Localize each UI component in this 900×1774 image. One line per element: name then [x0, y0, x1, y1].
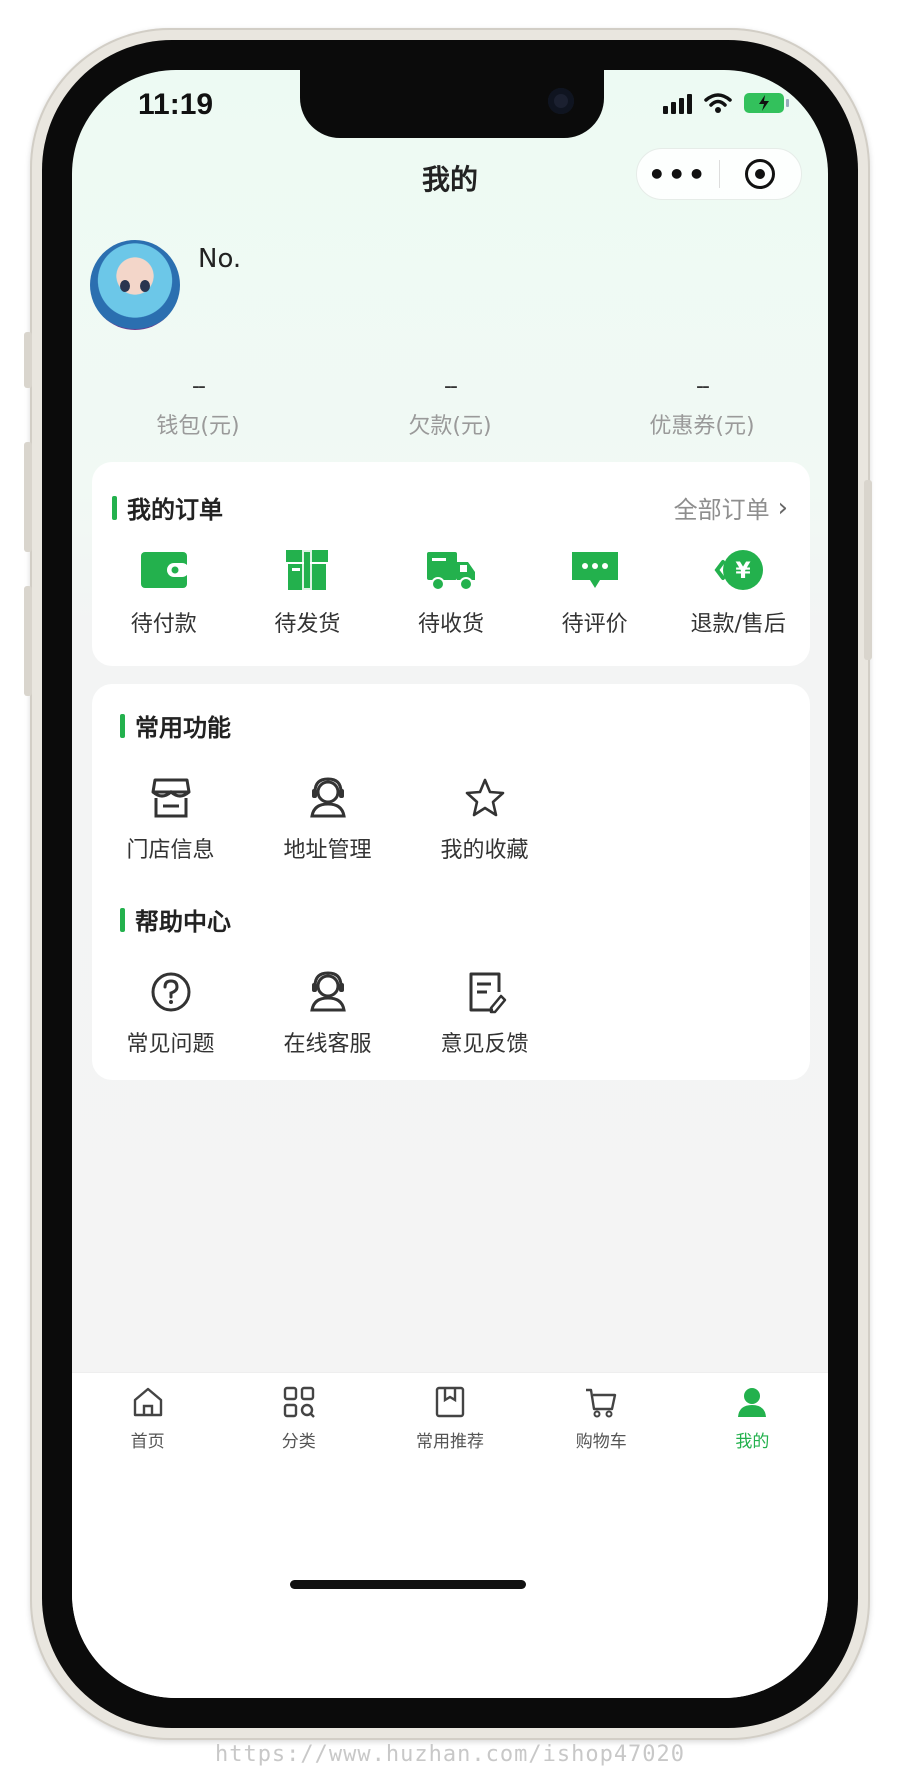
section-accent-bar — [120, 713, 125, 738]
function-label: 地址管理 — [283, 838, 372, 863]
comment-icon — [571, 552, 618, 588]
cellular-signal-icon — [663, 92, 692, 114]
orders-title-text: 我的订单 — [127, 496, 223, 524]
order-refund-aftersale[interactable]: ¥ 退款/售后 — [666, 548, 810, 638]
online-service-item[interactable]: 在线客服 — [249, 970, 406, 1058]
volume-down-button — [24, 586, 32, 696]
order-pending-shipment[interactable]: 待发货 — [236, 548, 380, 638]
order-pending-receipt[interactable]: 待收货 — [379, 548, 523, 638]
feedback-item[interactable]: 意见反馈 — [406, 970, 563, 1058]
avatar[interactable] — [90, 240, 180, 330]
tab-label: 常用推荐 — [416, 1432, 484, 1452]
user-name[interactable]: No. — [198, 244, 241, 274]
tab-mine[interactable]: 我的 — [677, 1373, 828, 1492]
safe-area-bottom — [72, 1492, 828, 1698]
order-pending-payment[interactable]: 待付款 — [92, 548, 236, 638]
refund-icon: ¥ — [714, 550, 764, 590]
stat-label: 欠款(元) — [408, 414, 492, 439]
tab-label: 分类 — [281, 1432, 316, 1452]
bottom-tab-bar: 首页 分类 常用推荐 购物车 我的 — [72, 1372, 828, 1492]
watermark-text: https://www.huzhan.com/ishop47020 — [214, 1742, 686, 1767]
stat-coupons[interactable]: -- 优惠券(元) — [576, 370, 828, 440]
stat-value: -- — [444, 374, 458, 399]
cart-icon — [586, 1388, 617, 1418]
common-functions-title-text: 常用功能 — [135, 714, 231, 742]
common-functions-row: 门店信息 地址管理 我的收藏 — [92, 776, 563, 864]
target-icon — [745, 159, 776, 189]
store-info-item[interactable]: 门店信息 — [92, 776, 249, 864]
wifi-icon — [704, 93, 732, 113]
notch — [300, 70, 604, 138]
account-stats: -- 钱包(元) -- 欠款(元) -- 优惠券(元) — [72, 370, 828, 440]
section-accent-bar — [120, 907, 125, 932]
functions-card: 常用功能 门店信息 地址管理 我的收藏 帮助中心 常见问题 在线客服 意见反馈 — [92, 684, 810, 1080]
mute-switch — [24, 332, 32, 388]
status-icons — [663, 92, 789, 114]
app-screen: 11:19 我的 ••• No. -- 钱包(元) -- 欠款(元) -- 优惠… — [72, 70, 828, 1698]
package-icon — [286, 550, 329, 590]
function-label: 在线客服 — [283, 1032, 372, 1057]
wallet-icon — [140, 552, 189, 588]
tab-label: 购物车 — [575, 1432, 627, 1452]
stat-value: -- — [696, 374, 710, 399]
order-label: 退款/售后 — [690, 612, 786, 637]
tab-label: 我的 — [735, 1432, 770, 1452]
tab-category[interactable]: 分类 — [223, 1373, 374, 1492]
truck-icon — [426, 552, 475, 591]
stat-label: 优惠券(元) — [649, 414, 755, 439]
volume-up-button — [24, 442, 32, 552]
stat-label: 钱包(元) — [156, 414, 240, 439]
address-icon — [309, 777, 346, 818]
question-icon — [151, 972, 190, 1012]
order-pending-review[interactable]: 待评价 — [523, 548, 667, 638]
user-icon — [738, 1388, 767, 1417]
orders-section-title: 我的订单 — [112, 490, 223, 525]
svg-text:¥: ¥ — [736, 559, 752, 584]
stat-value: -- — [192, 374, 206, 399]
address-management-item[interactable]: 地址管理 — [249, 776, 406, 864]
all-orders-label: 全部订单 — [673, 496, 770, 524]
all-orders-link[interactable]: 全部订单 › — [674, 490, 788, 525]
tab-label: 首页 — [130, 1432, 165, 1452]
power-button — [864, 480, 872, 660]
front-camera — [548, 88, 574, 114]
chevron-right-icon: › — [777, 492, 788, 523]
battery-charging-icon — [744, 93, 789, 113]
order-status-row: 待付款 待发货 待收货 待评价 ¥ 退款/售后 — [92, 548, 810, 638]
tab-recommend[interactable]: 常用推荐 — [374, 1373, 525, 1492]
order-label: 待收货 — [417, 612, 484, 637]
help-center-title-text: 帮助中心 — [135, 908, 231, 936]
feedback-icon — [469, 972, 506, 1014]
stat-debt[interactable]: -- 欠款(元) — [324, 370, 576, 440]
status-time: 11:19 — [138, 88, 214, 121]
store-icon — [151, 778, 190, 818]
my-favorites-item[interactable]: 我的收藏 — [406, 776, 563, 864]
headset-icon — [309, 971, 346, 1012]
function-label: 门店信息 — [126, 838, 215, 863]
home-indicator[interactable] — [290, 1580, 526, 1589]
function-label: 我的收藏 — [440, 838, 529, 863]
close-miniprogram-button[interactable] — [720, 159, 802, 189]
more-menu-button[interactable]: ••• — [637, 158, 719, 191]
order-label: 待评价 — [561, 612, 628, 637]
help-center-row: 常见问题 在线客服 意见反馈 — [92, 970, 563, 1058]
home-icon — [133, 1387, 162, 1417]
tab-cart[interactable]: 购物车 — [526, 1373, 677, 1492]
function-label: 意见反馈 — [440, 1032, 529, 1057]
function-label: 常见问题 — [126, 1032, 215, 1057]
common-functions-title: 常用功能 — [120, 708, 231, 743]
category-icon — [283, 1386, 315, 1418]
help-center-title: 帮助中心 — [120, 902, 231, 937]
stat-wallet[interactable]: -- 钱包(元) — [72, 370, 324, 440]
miniprogram-capsule: ••• — [636, 148, 802, 200]
section-accent-bar — [112, 495, 117, 520]
star-icon — [465, 778, 504, 817]
orders-card: 我的订单 全部订单 › 待付款 待发货 待收货 待评价 ¥ 退款/售后 — [92, 462, 810, 666]
recommend-icon — [435, 1386, 465, 1418]
order-label: 待发货 — [274, 612, 341, 637]
faq-item[interactable]: 常见问题 — [92, 970, 249, 1058]
tab-home[interactable]: 首页 — [72, 1373, 223, 1492]
order-label: 待付款 — [130, 612, 197, 637]
